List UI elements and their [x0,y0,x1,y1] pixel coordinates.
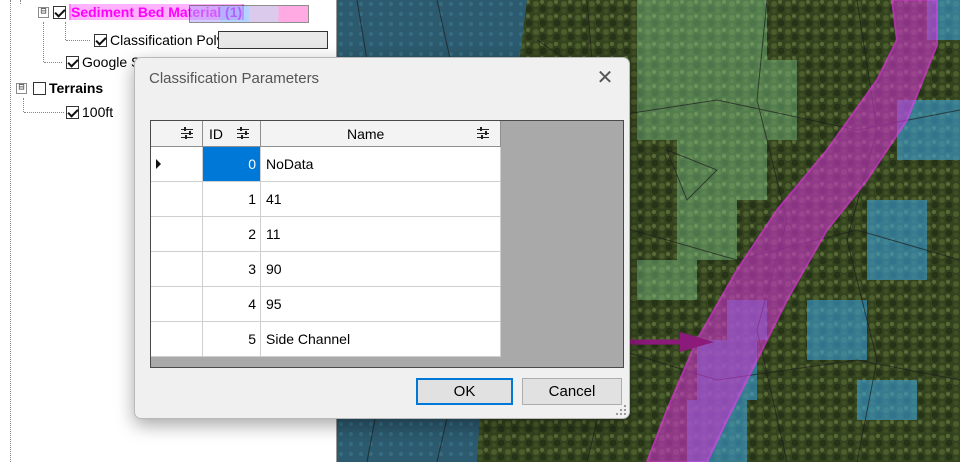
name-cell[interactable]: 90 [261,252,501,287]
collapse-icon[interactable]: ⊟ [16,82,27,94]
id-cell-text: 0 [248,156,256,172]
column-header-name-label: Name [347,125,385,142]
row-header-column[interactable] [151,121,203,147]
id-cell[interactable]: 5 [203,322,261,357]
id-cell-text: 4 [248,296,256,312]
name-cell-text: 90 [266,261,282,277]
classification-parameters-dialog: Classification Parameters ✕ ID Name 0 No… [134,57,630,419]
column-header-name[interactable]: Name [261,121,501,147]
name-cell[interactable]: 11 [261,217,501,252]
row-header[interactable] [151,322,203,357]
polygon-legend-swatch [218,31,328,49]
classification-polygons-checkbox[interactable] [94,33,107,47]
filter-icon[interactable] [237,127,249,139]
cancel-button[interactable]: Cancel [522,378,622,405]
resize-grip-icon[interactable] [615,404,627,416]
filter-icon[interactable] [181,127,193,139]
name-cell[interactable]: Side Channel [261,322,501,357]
row-pointer-icon [156,159,161,169]
tree-item-sediment-bed-material[interactable]: ⊟ Sediment Bed Material (1) [38,2,309,23]
100ft-checkbox[interactable] [66,105,79,119]
id-cell[interactable]: 2 [203,217,261,252]
id-cell[interactable]: 3 [203,252,261,287]
name-cell[interactable]: NoData [261,147,501,182]
dialog-title: Classification Parameters [149,70,320,87]
name-cell[interactable]: 41 [261,182,501,217]
sediment-layer-checkbox[interactable] [53,5,66,19]
name-cell-text: 41 [266,191,282,207]
tree-item-100ft[interactable]: 100ft [66,102,113,122]
collapse-icon[interactable]: ⊟ [38,6,49,18]
row-header[interactable] [151,252,203,287]
name-cell-text: Side Channel [266,331,351,347]
column-header-id-label: ID [209,125,223,142]
color-swatches [189,5,309,23]
tree-item-label: 100ft [82,104,114,120]
name-cell-text: NoData [266,156,314,172]
id-cell[interactable]: 0 [203,147,261,182]
terrains-checkbox[interactable] [33,81,46,95]
id-cell[interactable]: 1 [203,182,261,217]
close-icon[interactable]: ✕ [593,66,617,90]
google-satellite-checkbox[interactable] [66,55,79,69]
name-cell-text: 11 [266,226,281,242]
column-header-id[interactable]: ID [203,121,261,147]
id-cell-text: 2 [248,226,256,242]
row-header[interactable] [151,182,203,217]
id-cell-text: 3 [248,261,256,277]
parameters-grid: ID Name 0 NoData 1 41 2 11 3 90 4 95 5 S… [150,120,624,368]
row-header[interactable] [151,217,203,252]
name-cell-text: 95 [266,296,282,312]
id-cell-text: 5 [248,331,256,347]
tree-item-label: Sediment Bed Material (1) [69,4,309,23]
row-header[interactable] [151,147,203,182]
ok-button[interactable]: OK [416,378,513,405]
filter-icon[interactable] [477,127,489,139]
tree-item-label: Terrains [49,80,104,96]
id-cell-text: 1 [248,191,256,207]
id-cell[interactable]: 4 [203,287,261,322]
tree-item-terrains[interactable]: ⊟ Terrains [16,78,103,98]
name-cell[interactable]: 95 [261,287,501,322]
row-header[interactable] [151,287,203,322]
